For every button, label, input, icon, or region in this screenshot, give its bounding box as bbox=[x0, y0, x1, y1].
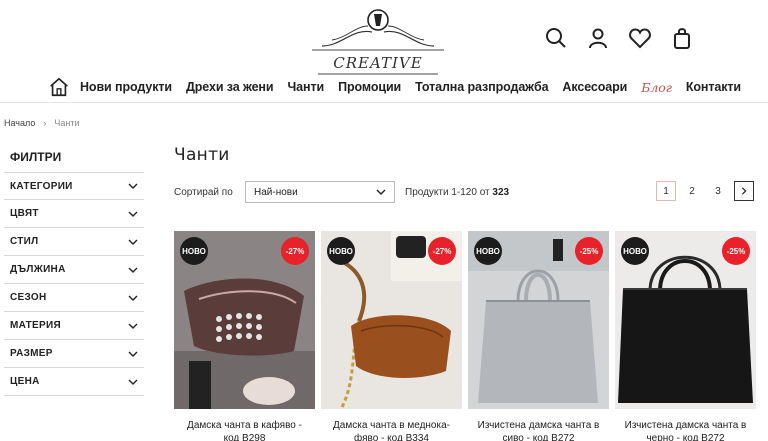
product-name[interactable]: Дамска чанта в меднока-фяво - код B334 bbox=[321, 419, 462, 441]
home-icon[interactable] bbox=[48, 76, 70, 98]
sort-label: Сортирай по bbox=[174, 187, 233, 198]
filter-categories[interactable]: КАТЕГОРИИ bbox=[4, 172, 144, 200]
page-3[interactable]: 3 bbox=[708, 181, 728, 201]
filters-title: ФИЛТРИ bbox=[10, 150, 62, 164]
chevron-down-icon bbox=[128, 267, 138, 273]
user-icon[interactable] bbox=[586, 26, 610, 50]
filter-length[interactable]: ДЪЛЖИНА bbox=[4, 256, 144, 284]
breadcrumb-current: Чанти bbox=[54, 118, 80, 128]
discount-badge: -25% bbox=[722, 237, 750, 265]
chevron-down-icon bbox=[128, 183, 138, 189]
products-count-label: Продукти 1-120 от bbox=[405, 187, 490, 198]
filter-material[interactable]: МАТЕРИЯ bbox=[4, 312, 144, 340]
site-logo[interactable]: CREATIVE bbox=[312, 4, 444, 76]
filter-color[interactable]: ЦВЯТ bbox=[4, 200, 144, 228]
new-badge: НОВО bbox=[180, 237, 208, 265]
product-grid: НОВО -27% Дамска чанта в кафяво - код B2… bbox=[174, 231, 756, 441]
filter-season[interactable]: СЕЗОН bbox=[4, 284, 144, 312]
new-badge: НОВО bbox=[327, 237, 355, 265]
filter-label: ЦЕНА bbox=[10, 376, 40, 387]
product-image[interactable]: НОВО -25% bbox=[468, 231, 609, 409]
heart-icon[interactable] bbox=[628, 26, 652, 50]
product-card[interactable]: НОВО -27% Дамска чанта в кафяво - код B2… bbox=[174, 231, 315, 441]
nav-bags[interactable]: Чанти bbox=[287, 80, 324, 94]
nav-accessories[interactable]: Аксесоари bbox=[562, 80, 627, 94]
filter-label: ДЪЛЖИНА bbox=[10, 264, 66, 275]
chevron-down-icon bbox=[128, 211, 138, 217]
filter-list: КАТЕГОРИИ ЦВЯТ СТИЛ ДЪЛЖИНА СЕЗОН МАТЕРИ… bbox=[4, 172, 144, 396]
product-name[interactable]: Изчистена дамска чанта в сиво - код B272 bbox=[468, 419, 609, 441]
filter-label: РАЗМЕР bbox=[10, 348, 53, 359]
chevron-right-icon bbox=[741, 187, 747, 195]
sort-value: Най-нови bbox=[254, 186, 298, 198]
logo-text: CREATIVE bbox=[333, 54, 423, 72]
new-badge: НОВО bbox=[621, 237, 649, 265]
nav-divider bbox=[0, 102, 768, 103]
product-name[interactable]: Изчистена дамска чанта в черно - код B27… bbox=[615, 419, 756, 441]
sort-select[interactable]: Най-нови bbox=[245, 181, 395, 203]
chevron-down-icon bbox=[128, 295, 138, 301]
bag-icon[interactable] bbox=[670, 26, 694, 50]
product-card[interactable]: НОВО -25% Изчистена дамска чанта в черно… bbox=[615, 231, 756, 441]
discount-badge: -27% bbox=[428, 237, 456, 265]
filter-style[interactable]: СТИЛ bbox=[4, 228, 144, 256]
page-1[interactable]: 1 bbox=[656, 181, 676, 201]
search-icon[interactable] bbox=[544, 26, 568, 50]
product-image[interactable]: НОВО -25% bbox=[615, 231, 756, 409]
main-nav: Нови продукти Дрехи за жени Чанти Промоц… bbox=[48, 74, 755, 100]
filter-price[interactable]: ЦЕНА bbox=[4, 368, 144, 396]
filter-label: ЦВЯТ bbox=[10, 208, 39, 219]
nav-new-products[interactable]: Нови продукти bbox=[80, 80, 172, 94]
pagination: 1 2 3 bbox=[656, 181, 754, 201]
nav-contacts[interactable]: Контакти bbox=[686, 80, 741, 94]
filter-size[interactable]: РАЗМЕР bbox=[4, 340, 144, 368]
filter-label: СЕЗОН bbox=[10, 292, 47, 303]
nav-blog[interactable]: Блог bbox=[641, 80, 672, 95]
next-page-button[interactable] bbox=[734, 181, 754, 201]
page-title: Чанти bbox=[174, 145, 230, 165]
nav-total-sale[interactable]: Тотална разпродажба bbox=[415, 80, 548, 94]
discount-badge: -27% bbox=[281, 237, 309, 265]
filter-label: КАТЕГОРИИ bbox=[10, 180, 73, 192]
nav-promotions[interactable]: Промоции bbox=[338, 80, 401, 94]
product-image[interactable]: НОВО -27% bbox=[174, 231, 315, 409]
header-actions bbox=[544, 26, 694, 50]
product-card[interactable]: НОВО -27% Дамска чанта в меднока-фяво - … bbox=[321, 231, 462, 441]
filter-label: МАТЕРИЯ bbox=[10, 320, 61, 331]
chevron-down-icon bbox=[128, 379, 138, 385]
discount-badge: -25% bbox=[575, 237, 603, 265]
new-badge: НОВО bbox=[474, 237, 502, 265]
chevron-down-icon bbox=[376, 189, 386, 195]
chevron-down-icon bbox=[128, 323, 138, 329]
page-2[interactable]: 2 bbox=[682, 181, 702, 201]
chevron-down-icon bbox=[128, 239, 138, 245]
breadcrumb-home[interactable]: Начало bbox=[4, 118, 35, 128]
breadcrumb: Начало › Чанти bbox=[4, 118, 79, 128]
products-count: Продукти 1-120 от 323 bbox=[405, 187, 509, 198]
product-image[interactable]: НОВО -27% bbox=[321, 231, 462, 409]
chevron-right-icon: › bbox=[43, 118, 47, 128]
nav-women-clothes[interactable]: Дрехи за жени bbox=[186, 80, 274, 94]
filter-label: СТИЛ bbox=[10, 236, 39, 247]
chevron-down-icon bbox=[128, 351, 138, 357]
products-total: 323 bbox=[492, 187, 510, 198]
product-card[interactable]: НОВО -25% Изчистена дамска чанта в сиво … bbox=[468, 231, 609, 441]
product-name[interactable]: Дамска чанта в кафяво - код B298 bbox=[174, 419, 315, 441]
